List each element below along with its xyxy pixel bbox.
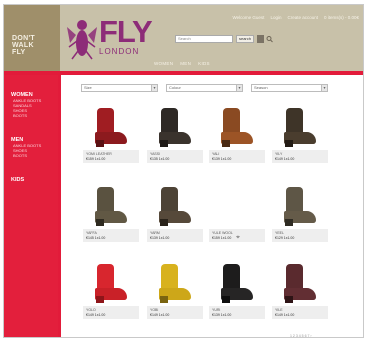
browser-frame: DON'T WALK FLY FLY LONDON Welcome Guest … (3, 4, 364, 338)
product-card[interactable]: YALI €139 1x1.00 (209, 102, 265, 163)
boot-heel (285, 140, 293, 147)
chevron-down-icon[interactable]: ▾ (151, 85, 157, 91)
product-price: €139 1x1.00 (212, 312, 232, 317)
product-card[interactable]: YURI €139 1x1.00 (209, 258, 265, 319)
product-image[interactable] (83, 181, 139, 229)
sidebar-kids[interactable]: KIDS (11, 177, 58, 183)
product-card[interactable]: YULE WOOL €159 1x1.00 (209, 181, 265, 242)
boot-heel (222, 296, 230, 303)
product-card[interactable]: YILY €149 1x1.00 (272, 102, 328, 163)
product-caption[interactable]: YURI €139 1x1.00 (209, 306, 265, 319)
product-price: €139 1x1.00 (212, 156, 232, 161)
product-caption[interactable]: YOBI €149 1x1.00 (147, 306, 203, 319)
product-caption[interactable]: YOLO €149 1x1.00 (83, 306, 139, 319)
product-price: €135 1x1.00 (150, 156, 170, 161)
nav-men[interactable]: MEN (180, 61, 191, 66)
filter-value: Size (84, 85, 92, 90)
boot-heel (160, 219, 168, 226)
product-image[interactable] (147, 181, 203, 229)
product-image[interactable] (272, 181, 328, 229)
product-price: €149 1x1.00 (150, 312, 170, 317)
mouse-cursor: ⌖ (236, 234, 240, 241)
product-caption[interactable]: YAFFA €145 1x1.00 (83, 229, 139, 242)
product-image[interactable] (147, 258, 203, 306)
product-caption[interactable]: YEEL €129 1x1.00 (272, 229, 328, 242)
product-image[interactable] (209, 102, 265, 150)
boot-heel (160, 140, 168, 147)
size-filter-select[interactable]: Size ▾ (81, 84, 158, 92)
category-sidebar: WOMEN ANKLE BOOTS SANDALS SHOES BOOTS ME… (4, 75, 58, 337)
product-price: €149 1x1.00 (275, 312, 295, 317)
create-account-link[interactable]: Create account (287, 15, 318, 20)
main-navigation: WOMEN MEN KIDS (154, 61, 210, 66)
product-image[interactable] (272, 258, 328, 306)
chevron-down-icon[interactable]: ▾ (236, 85, 242, 91)
product-card[interactable]: YEEL €129 1x1.00 (272, 181, 328, 242)
boot-heel (96, 296, 104, 303)
boot-heel (222, 140, 230, 147)
welcome-text: Welcome Guest (232, 15, 265, 20)
product-card[interactable]: YASSI €135 1x1.00 (147, 102, 203, 163)
product-image[interactable] (272, 102, 328, 150)
nav-women[interactable]: WOMEN (154, 61, 173, 66)
product-image[interactable] (147, 102, 203, 150)
product-card[interactable]: YARM €139 1x1.00 (147, 181, 203, 242)
colour-filter-select[interactable]: Colour ▾ (166, 84, 243, 92)
fly-logo-icon[interactable] (66, 17, 98, 61)
product-price: €139 1x1.00 (150, 235, 170, 240)
boot-heel (285, 296, 293, 303)
login-link[interactable]: Login (270, 15, 281, 20)
corner-slogan-logo[interactable]: DON'T WALK FLY (4, 5, 60, 71)
season-filter-select[interactable]: Season ▾ (251, 84, 328, 92)
product-price: €159 1x1.00 (86, 156, 106, 161)
nav-kids[interactable]: KIDS (198, 61, 210, 66)
product-price: €149 1x1.00 (86, 312, 106, 317)
product-caption[interactable]: YASSI €135 1x1.00 (147, 150, 203, 163)
account-links: Welcome Guest Login Create account 0 ite… (233, 15, 360, 20)
filter-value: Season (254, 85, 268, 90)
site-header: DON'T WALK FLY FLY LONDON Welcome Guest … (4, 5, 363, 71)
filter-value: Colour (169, 85, 181, 90)
boot-heel (285, 219, 293, 226)
product-caption[interactable]: YILY €149 1x1.00 (272, 150, 328, 163)
grid-view-icon[interactable] (257, 35, 264, 43)
product-caption[interactable]: YARM €139 1x1.00 (147, 229, 203, 242)
product-image[interactable] (209, 181, 265, 229)
cart-link[interactable]: 0 items(s) - 0.00€ (324, 15, 359, 20)
product-price: €149 1x1.00 (275, 156, 295, 161)
product-price: €129 1x1.00 (275, 235, 295, 240)
product-caption[interactable]: YALI €139 1x1.00 (209, 150, 265, 163)
product-caption[interactable]: YILE €149 1x1.00 (272, 306, 328, 319)
brand-wordmark[interactable]: FLY (99, 16, 153, 47)
boot-heel (96, 219, 104, 226)
boot-heel (160, 296, 168, 303)
boot-heel (96, 140, 104, 147)
product-image[interactable] (83, 258, 139, 306)
pagination[interactable]: 1 2 3 4 5 6 7 › (290, 334, 312, 337)
search-input[interactable]: Search (175, 35, 233, 43)
slogan-line: FLY (12, 49, 26, 56)
brand-subtitle: LONDON (99, 47, 140, 56)
slogan-line: DON'T (12, 35, 35, 42)
product-card[interactable]: YAFFA €145 1x1.00 (83, 181, 139, 242)
product-card[interactable]: YOBI €149 1x1.00 (147, 258, 203, 319)
magnifier-icon[interactable] (266, 35, 273, 43)
product-caption[interactable]: YOMI LEATHER €159 1x1.00 (83, 150, 139, 163)
product-card[interactable]: YOMI LEATHER €159 1x1.00 (83, 102, 139, 163)
product-image[interactable] (83, 102, 139, 150)
product-card[interactable]: YOLO €149 1x1.00 (83, 258, 139, 319)
product-image[interactable] (209, 258, 265, 306)
product-price: €145 1x1.00 (86, 235, 106, 240)
product-card[interactable]: YILE €149 1x1.00 (272, 258, 328, 319)
slogan-line: WALK (12, 42, 34, 49)
chevron-down-icon[interactable]: ▾ (321, 85, 327, 91)
search-button[interactable]: search (236, 35, 254, 43)
